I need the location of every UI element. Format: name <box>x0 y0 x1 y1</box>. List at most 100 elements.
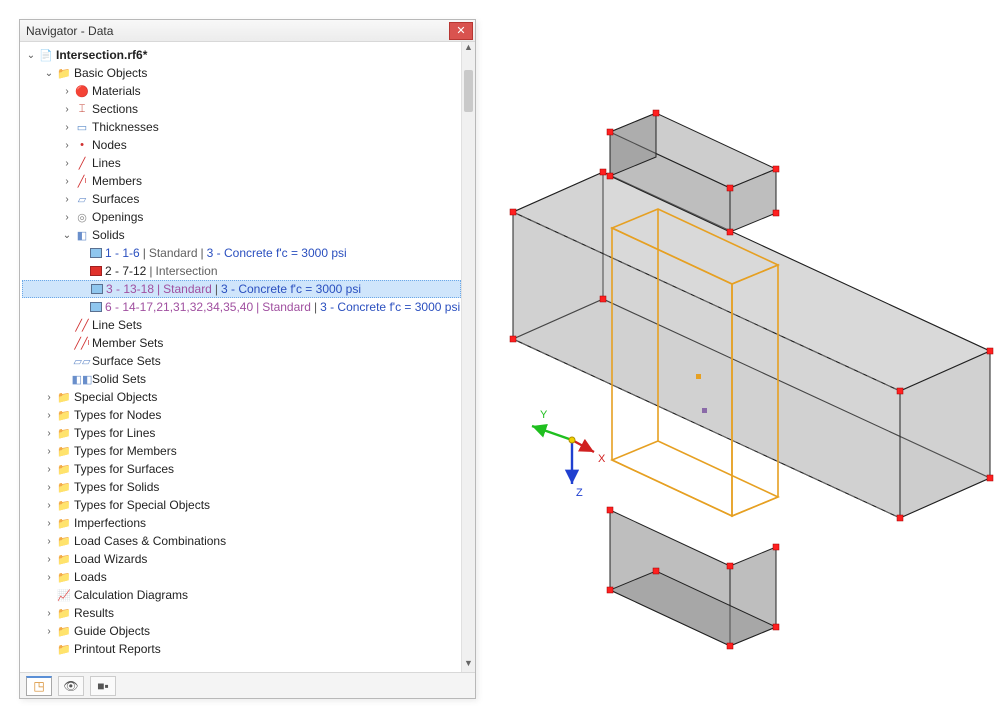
navigator-tree[interactable]: ⌄ 📄 Intersection.rf6* ⌄ 📁 Basic Objects … <box>20 42 461 672</box>
axis-triad: Y X Z <box>532 409 606 499</box>
chevron-right-icon[interactable]: › <box>42 554 56 565</box>
tree-row-calc-diagrams[interactable]: 📈 Calculation Diagrams <box>22 586 461 604</box>
panel-footer-tabs: ◳ 👁 ■▪ <box>20 672 475 698</box>
tree-row-imperfections[interactable]: › 📁 Imperfections <box>22 514 461 532</box>
file-label: Intersection.rf6* <box>56 48 147 62</box>
tree-row-load-wizards[interactable]: › 📁 Load Wizards <box>22 550 461 568</box>
chevron-right-icon[interactable]: › <box>60 122 74 133</box>
tree-row-surfaces[interactable]: › ▱ Surfaces <box>22 190 461 208</box>
folder-icon: 📁 <box>56 444 72 458</box>
line-sets-icon: ╱╱ <box>74 318 90 332</box>
chevron-right-icon[interactable]: › <box>60 86 74 97</box>
vertical-scrollbar[interactable]: ▲ ▼ <box>461 42 475 672</box>
chevron-right-icon[interactable]: › <box>60 212 74 223</box>
tree-row-special-objects[interactable]: › 📁 Special Objects <box>22 388 461 406</box>
chevron-right-icon[interactable]: › <box>42 536 56 547</box>
tree-row-basic-objects[interactable]: ⌄ 📁 Basic Objects <box>22 64 461 82</box>
folder-icon: 📁 <box>56 66 72 80</box>
folder-icon: 📁 <box>56 426 72 440</box>
chevron-right-icon[interactable]: › <box>42 428 56 439</box>
tree-row-types-solids[interactable]: › 📁 Types for Solids <box>22 478 461 496</box>
tree-row-loads[interactable]: › 📁 Loads <box>22 568 461 586</box>
tree-row-printout[interactable]: 📁 Printout Reports <box>22 640 461 658</box>
scroll-thumb[interactable] <box>464 70 473 112</box>
solid-item-2[interactable]: 2 - 7-12|Intersection <box>22 262 461 280</box>
tab-display[interactable]: 👁 <box>58 676 84 696</box>
tree-row-guide-objects[interactable]: › 📁 Guide Objects <box>22 622 461 640</box>
scroll-down-icon[interactable]: ▼ <box>462 658 475 672</box>
tree-row-line-sets[interactable]: ╱╱ Line Sets <box>22 316 461 334</box>
solid-item-6[interactable]: 6 - 14-17,21,31,32,34,35,40|Standard|3 -… <box>22 298 461 316</box>
tree-row-types-special[interactable]: › 📁 Types for Special Objects <box>22 496 461 514</box>
surface-sets-icon: ▱▱ <box>74 354 90 368</box>
tree-row-types-nodes[interactable]: › 📁 Types for Nodes <box>22 406 461 424</box>
chevron-right-icon[interactable]: › <box>42 608 56 619</box>
openings-icon: ◎ <box>74 210 90 224</box>
close-button[interactable]: ✕ <box>449 22 473 40</box>
members-icon: ╱I <box>74 174 90 188</box>
model-viewport[interactable]: Y X Z <box>480 0 998 713</box>
folder-icon: 📁 <box>56 408 72 422</box>
solids-icon: ◧ <box>74 228 90 242</box>
tree-row-lines[interactable]: › ╱ Lines <box>22 154 461 172</box>
chevron-right-icon[interactable]: › <box>60 140 74 151</box>
chevron-right-icon[interactable]: › <box>42 626 56 637</box>
svg-text:Y: Y <box>540 409 548 421</box>
tree-row-members[interactable]: › ╱I Members <box>22 172 461 190</box>
model-3d-view: Y X Z <box>480 0 998 713</box>
tree-row-sections[interactable]: › ⌶ Sections <box>22 100 461 118</box>
chevron-right-icon[interactable]: › <box>42 446 56 457</box>
materials-icon: 🔴 <box>74 84 90 98</box>
tree-row-types-surfaces[interactable]: › 📁 Types for Surfaces <box>22 460 461 478</box>
chevron-down-icon[interactable]: ⌄ <box>42 68 56 79</box>
tree-row-solid-sets[interactable]: ◧◧ Solid Sets <box>22 370 461 388</box>
folder-icon: 📁 <box>56 642 72 656</box>
chevron-right-icon[interactable]: › <box>60 194 74 205</box>
centroid-marker-icon <box>702 408 707 413</box>
solid-sets-icon: ◧◧ <box>74 372 90 386</box>
solid-item-1[interactable]: 1 - 1-6|Standard|3 - Concrete f'c = 3000… <box>22 244 461 262</box>
tree-row-thicknesses[interactable]: › ▭ Thicknesses <box>22 118 461 136</box>
tree-row-types-lines[interactable]: › 📁 Types for Lines <box>22 424 461 442</box>
chevron-right-icon[interactable]: › <box>42 410 56 421</box>
tree-row-openings[interactable]: › ◎ Openings <box>22 208 461 226</box>
chart-icon: 📈 <box>56 588 72 602</box>
panel-title: Navigator - Data <box>26 24 449 38</box>
color-swatch-icon <box>90 248 102 258</box>
tab-data[interactable]: ◳ <box>26 676 52 696</box>
chevron-right-icon[interactable]: › <box>42 464 56 475</box>
tab-views[interactable]: ■▪ <box>90 676 116 696</box>
chevron-down-icon[interactable]: ⌄ <box>24 50 38 61</box>
chevron-down-icon[interactable]: ⌄ <box>60 230 74 241</box>
tree-row-member-sets[interactable]: ╱╱I Member Sets <box>22 334 461 352</box>
chevron-right-icon[interactable]: › <box>42 500 56 511</box>
tree-row-materials[interactable]: › 🔴 Materials <box>22 82 461 100</box>
tree-row-solids[interactable]: ⌄ ◧ Solids <box>22 226 461 244</box>
solid-beam <box>513 172 990 518</box>
panel-titlebar: Navigator - Data ✕ <box>20 20 475 42</box>
member-sets-icon: ╱╱I <box>74 336 90 350</box>
folder-icon: 📁 <box>56 480 72 494</box>
sections-icon: ⌶ <box>74 102 90 116</box>
tree-row-file[interactable]: ⌄ 📄 Intersection.rf6* <box>22 46 461 64</box>
tree-row-load-cases[interactable]: › 📁 Load Cases & Combinations <box>22 532 461 550</box>
solid-item-3-selected[interactable]: 3 - 13-18|Standard|3 - Concrete f'c = 30… <box>22 280 461 298</box>
tree-row-types-members[interactable]: › 📁 Types for Members <box>22 442 461 460</box>
chevron-right-icon[interactable]: › <box>42 572 56 583</box>
surfaces-icon: ▱ <box>74 192 90 206</box>
folder-icon: 📁 <box>56 552 72 566</box>
chevron-right-icon[interactable]: › <box>60 104 74 115</box>
navigator-panel: Navigator - Data ✕ ⌄ 📄 Intersection.rf6*… <box>19 19 476 699</box>
chevron-right-icon[interactable]: › <box>60 176 74 187</box>
tree-row-surface-sets[interactable]: ▱▱ Surface Sets <box>22 352 461 370</box>
chevron-right-icon[interactable]: › <box>42 518 56 529</box>
folder-icon: 📁 <box>56 462 72 476</box>
tree-row-results[interactable]: › 📁 Results <box>22 604 461 622</box>
thicknesses-icon: ▭ <box>74 120 90 134</box>
chevron-right-icon[interactable]: › <box>60 158 74 169</box>
chevron-right-icon[interactable]: › <box>42 392 56 403</box>
folder-icon: 📁 <box>56 390 72 404</box>
tree-row-nodes[interactable]: › • Nodes <box>22 136 461 154</box>
scroll-up-icon[interactable]: ▲ <box>462 42 475 56</box>
chevron-right-icon[interactable]: › <box>42 482 56 493</box>
